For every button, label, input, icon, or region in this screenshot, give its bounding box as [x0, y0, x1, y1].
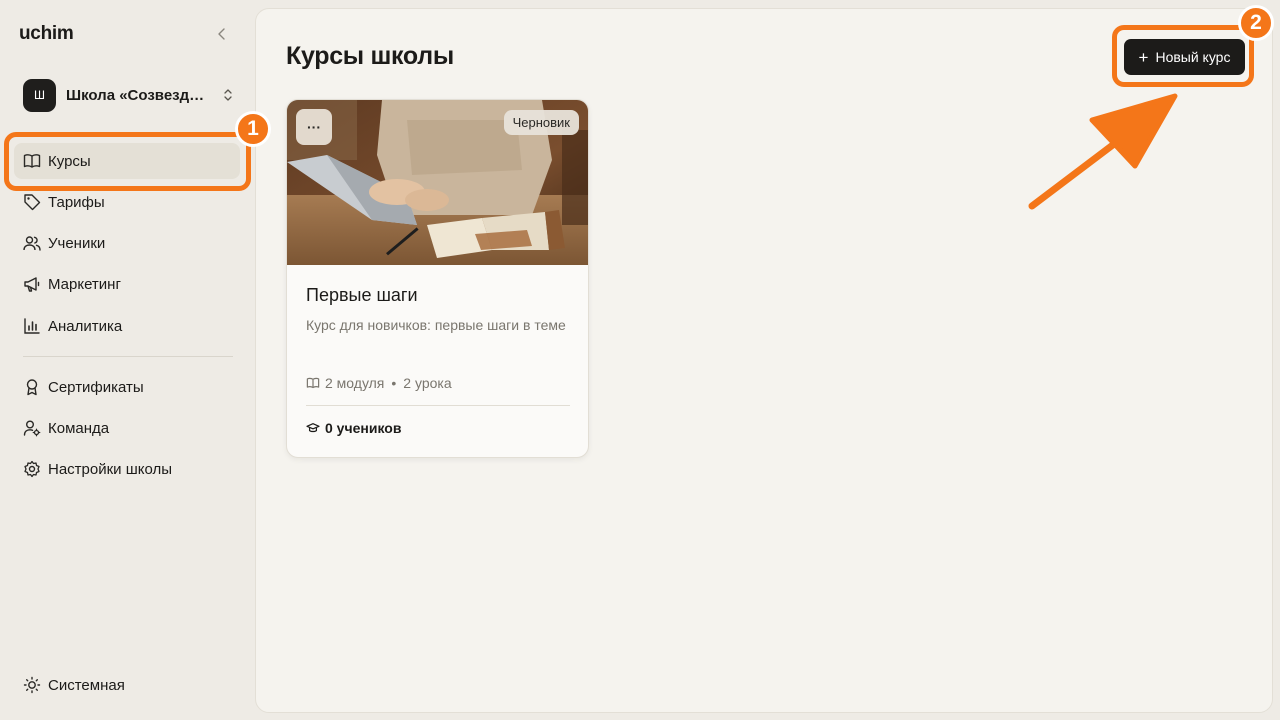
sidebar-item-label: Курсы: [48, 152, 91, 170]
sidebar-item-students[interactable]: Ученики: [14, 225, 240, 261]
sidebar-item-team[interactable]: Команда: [14, 410, 240, 446]
course-more-button[interactable]: ···: [296, 109, 332, 145]
step-badge-2: 2: [1238, 5, 1274, 41]
graduation-cap-icon: [306, 422, 320, 434]
sidebar-item-label: Сертификаты: [48, 378, 144, 396]
sidebar-item-analytics[interactable]: Аналитика: [14, 308, 240, 344]
page-title: Курсы школы: [286, 42, 454, 70]
school-name: Школа «Созвезд…: [66, 86, 205, 104]
megaphone-icon: [23, 275, 41, 293]
sidebar-item-label: Тарифы: [48, 193, 105, 211]
app-root: uchim Ш Школа «Созвезд… Курсы Тарифы Уче…: [0, 0, 1280, 720]
sidebar-item-school-settings[interactable]: Настройки школы: [14, 451, 240, 487]
main-panel: Курсы школы + Новый курс ··· Черновик Пе…: [255, 8, 1273, 713]
gear-icon: [23, 460, 41, 478]
award-icon: [23, 378, 41, 396]
theme-toggle[interactable]: Системная: [14, 667, 240, 703]
new-course-label: Новый курс: [1155, 49, 1231, 65]
chevron-up-down-icon: [223, 88, 233, 102]
sidebar-item-label: Аналитика: [48, 317, 123, 335]
course-lessons: 2 урока: [403, 375, 452, 391]
sidebar-divider: [23, 356, 233, 357]
sidebar: uchim Ш Школа «Созвезд… Курсы Тарифы Уче…: [0, 0, 255, 720]
course-card[interactable]: ··· Черновик Первые шаги Курс для новичк…: [286, 99, 589, 458]
sidebar-item-certificates[interactable]: Сертификаты: [14, 369, 240, 405]
course-meta: 2 модуля • 2 урока: [306, 375, 452, 391]
sidebar-item-label: Ученики: [48, 234, 106, 252]
status-badge: Черновик: [503, 110, 579, 135]
plus-icon: +: [1138, 47, 1149, 67]
course-description: Курс для новичков: первые шаги в теме: [306, 317, 566, 333]
sidebar-item-tariffs[interactable]: Тарифы: [14, 184, 240, 220]
book-open-icon: [306, 377, 320, 389]
card-divider: [306, 405, 570, 406]
book-open-icon: [23, 152, 41, 170]
sidebar-item-label: Маркетинг: [48, 275, 121, 293]
sidebar-item-label: Настройки школы: [48, 460, 173, 478]
course-modules: 2 модуля: [325, 375, 385, 391]
school-switcher[interactable]: Ш Школа «Созвезд…: [23, 78, 235, 112]
sun-icon: [23, 676, 41, 694]
course-students: 0 учеников: [306, 420, 401, 436]
sidebar-item-label: Команда: [48, 419, 110, 437]
app-logo: uchim: [19, 23, 74, 44]
step-badge-1: 1: [235, 111, 271, 147]
sidebar-item-courses[interactable]: Курсы: [14, 143, 240, 179]
school-avatar: Ш: [23, 78, 56, 112]
students-count: 0 учеников: [325, 420, 402, 436]
chevron-left-icon: [218, 28, 225, 40]
meta-separator: •: [391, 375, 397, 391]
user-settings-icon: [23, 419, 41, 437]
course-title: Первые шаги: [306, 285, 418, 305]
theme-label: Системная: [48, 676, 125, 694]
tag-icon: [23, 193, 41, 211]
bar-chart-icon: [23, 317, 41, 335]
sidebar-item-marketing[interactable]: Маркетинг: [14, 266, 240, 302]
new-course-button[interactable]: + Новый курс: [1124, 39, 1245, 75]
users-icon: [23, 234, 41, 252]
collapse-sidebar-button[interactable]: [212, 24, 232, 44]
